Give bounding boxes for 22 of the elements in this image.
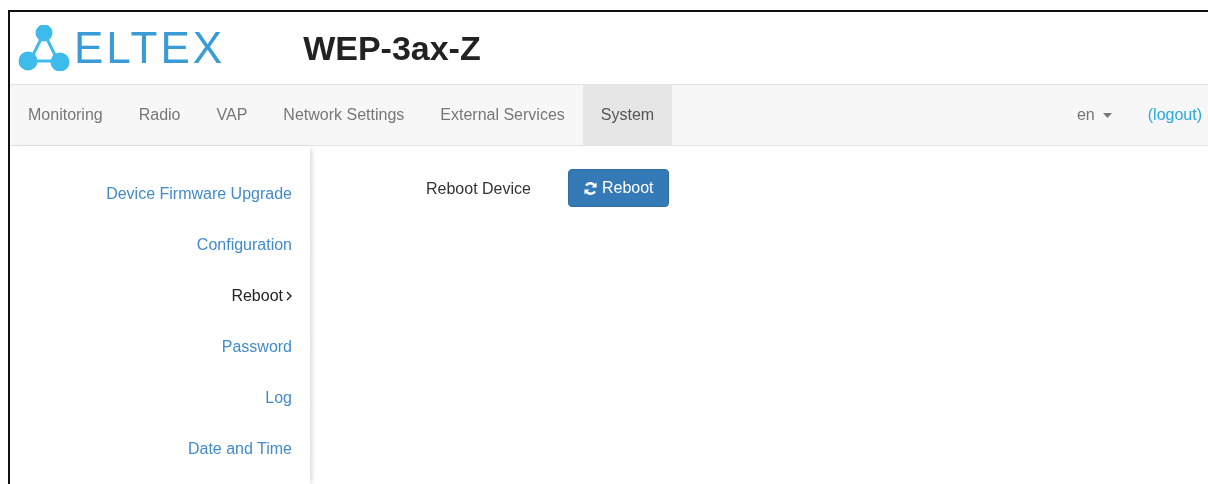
- refresh-icon: [582, 180, 598, 196]
- sidebar-item[interactable]: Device Firmware Upgrade: [10, 168, 310, 219]
- sidebar-item[interactable]: Log: [10, 372, 310, 423]
- nav-tab[interactable]: VAP: [198, 85, 266, 145]
- caret-icon: [1102, 112, 1112, 118]
- nav-tab[interactable]: Radio: [120, 85, 199, 145]
- sidebar-item[interactable]: Password: [10, 321, 310, 372]
- nav-tab[interactable]: Monitoring: [10, 85, 121, 145]
- device-model: WEP-3ax-Z: [303, 27, 481, 69]
- nav-tab[interactable]: System: [582, 85, 673, 145]
- logo-icon: [18, 25, 70, 71]
- logout-link[interactable]: (logout): [1147, 85, 1202, 145]
- logo-text: ELTEX: [74, 26, 226, 70]
- reboot-button[interactable]: Reboot: [567, 169, 669, 207]
- nav-tab[interactable]: External Services: [422, 85, 583, 145]
- reboot-label: Reboot Device: [426, 179, 531, 199]
- sidebar-item[interactable]: Reboot: [10, 270, 310, 321]
- sidebar-item[interactable]: Date and Time: [10, 423, 310, 474]
- chevron-icon: [286, 290, 292, 301]
- language-dropdown[interactable]: en: [1076, 85, 1112, 145]
- nav-tab[interactable]: Network Settings: [265, 85, 423, 145]
- sidebar-item[interactable]: Configuration: [10, 219, 310, 270]
